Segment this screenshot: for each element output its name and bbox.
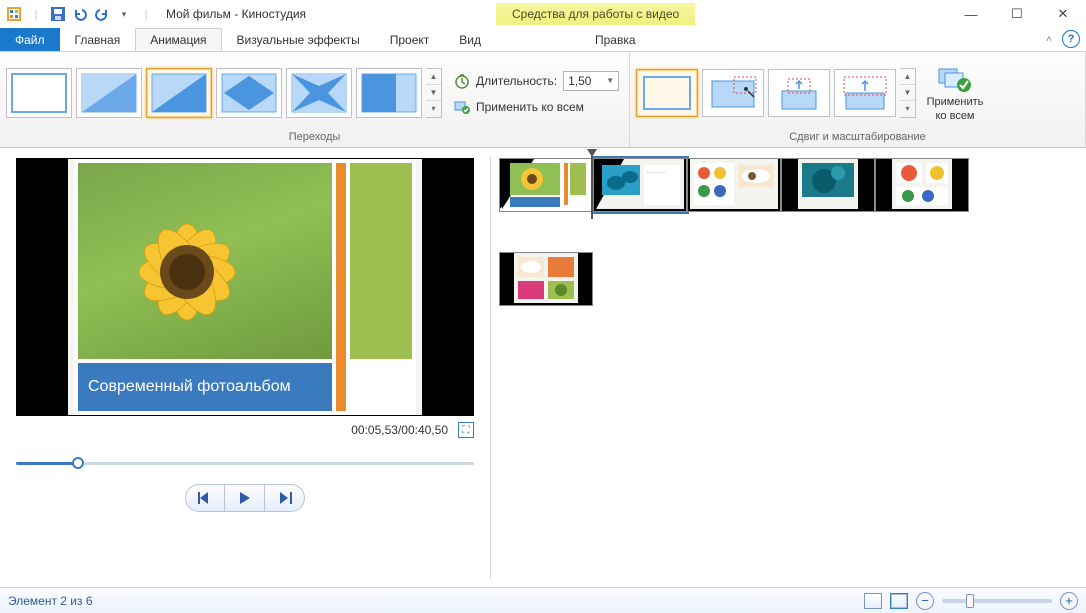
title-bar: | ▾ | Мой фильм - Киностудия Средства дл… [0, 0, 1086, 28]
ribbon: ▲ ▼ ▾ Длительность: 1,50 ▼ [0, 52, 1086, 148]
tab-effects[interactable]: Визуальные эффекты [222, 28, 375, 51]
ribbon-tabs: Файл Главная Анимация Визуальные эффекты… [0, 28, 1086, 52]
zoom-out-button[interactable]: − [916, 592, 934, 610]
undo-icon[interactable] [70, 4, 90, 24]
preview-pane: Современный фотоальбом 00:05,53/00:40,50… [0, 148, 490, 587]
apply-all-inline-icon [454, 99, 470, 115]
gallery-more-icon[interactable]: ▾ [900, 101, 915, 116]
panzoom-up-large[interactable] [834, 69, 896, 117]
preview-slide: Современный фотоальбом [68, 159, 422, 415]
svg-text:— — — —: — — — — [646, 169, 665, 174]
tab-animation[interactable]: Анимация [135, 28, 221, 51]
preview-caption: Современный фотоальбом [78, 363, 332, 411]
chevron-down-icon[interactable]: ▼ [606, 76, 614, 85]
storyboard-clip[interactable]: — — — — [593, 158, 687, 212]
preview-image [78, 163, 332, 359]
panzoom-up-small[interactable] [768, 69, 830, 117]
duration-icon [454, 73, 470, 89]
seek-slider[interactable] [16, 456, 474, 470]
transition-diamond[interactable] [216, 68, 282, 118]
storyboard-clip[interactable] [499, 158, 593, 212]
status-item-text: Элемент 2 из 6 [8, 594, 93, 608]
playhead[interactable] [591, 153, 593, 219]
status-bar: Элемент 2 из 6 − + [0, 587, 1086, 613]
duration-input[interactable]: 1,50 ▼ [563, 71, 619, 91]
gallery-down-icon[interactable]: ▼ [900, 85, 915, 101]
apply-to-all-inline[interactable]: Применить ко всем [454, 99, 619, 115]
redo-icon[interactable] [92, 4, 112, 24]
transitions-gallery-scroll[interactable]: ▲ ▼ ▾ [426, 68, 442, 118]
tab-project[interactable]: Проект [375, 28, 445, 51]
main-area: Современный фотоальбом 00:05,53/00:40,50… [0, 148, 1086, 587]
storyboard: — — — — [491, 148, 1086, 587]
quick-access-toolbar: | ▾ | [0, 4, 160, 24]
playback-controls [185, 484, 305, 512]
maximize-button[interactable]: ☐ [994, 0, 1040, 28]
group-panzoom-label: Сдвиг и масштабирование [636, 129, 1079, 145]
app-icon [4, 4, 24, 24]
preview-side-panel [350, 163, 412, 359]
panzoom-auto[interactable] [702, 69, 764, 117]
gallery-up-icon[interactable]: ▲ [900, 69, 915, 85]
gallery-more-icon[interactable]: ▾ [426, 101, 441, 116]
transition-wipe[interactable] [356, 68, 422, 118]
storyboard-clip[interactable] [687, 158, 781, 212]
storyboard-clip[interactable] [499, 252, 593, 306]
preview-monitor: Современный фотоальбом [16, 158, 474, 416]
tab-edit[interactable]: Правка [580, 28, 651, 51]
prev-frame-button[interactable] [185, 484, 225, 512]
window-title: Мой фильм - Киностудия [166, 7, 306, 21]
transition-crossfade[interactable] [76, 68, 142, 118]
ribbon-collapse-icon[interactable]: ˄ [1040, 30, 1058, 48]
preview-accent-stripe [336, 163, 346, 411]
gallery-down-icon[interactable]: ▼ [426, 85, 441, 101]
zoom-slider[interactable] [942, 599, 1052, 603]
tab-view[interactable]: Вид [444, 28, 496, 51]
help-icon[interactable]: ? [1062, 30, 1080, 48]
tab-file[interactable]: Файл [0, 28, 60, 51]
gallery-up-icon[interactable]: ▲ [426, 69, 441, 85]
storyboard-clip[interactable] [875, 158, 969, 212]
next-frame-button[interactable] [265, 484, 305, 512]
transition-cross[interactable] [286, 68, 352, 118]
minimize-button[interactable]: — [948, 0, 994, 28]
zoom-in-button[interactable]: + [1060, 592, 1078, 610]
close-button[interactable]: ✕ [1040, 0, 1086, 28]
save-icon[interactable] [48, 4, 68, 24]
panzoom-none[interactable] [636, 69, 698, 117]
apply-all-icon [938, 64, 972, 94]
timecode: 00:05,53/00:40,50 [351, 423, 448, 437]
apply-to-all-button[interactable]: Применить ко всем [920, 62, 990, 124]
tab-home[interactable]: Главная [60, 28, 136, 51]
storyboard-clip[interactable] [781, 158, 875, 212]
transition-none[interactable] [6, 68, 72, 118]
contextual-tab-header: Средства для работы с видео [496, 3, 695, 25]
qat-dropdown-icon[interactable]: ▾ [114, 4, 134, 24]
view-mode-storyboard[interactable] [890, 593, 908, 609]
transition-diagonal[interactable] [146, 68, 212, 118]
group-transitions-label: Переходы [6, 129, 623, 145]
fullscreen-icon[interactable]: ⛶ [458, 422, 474, 438]
view-mode-thumbnails[interactable] [864, 593, 882, 609]
play-button[interactable] [225, 484, 265, 512]
duration-label: Длительность: [476, 74, 557, 88]
panzoom-gallery-scroll[interactable]: ▲ ▼ ▾ [900, 68, 916, 118]
